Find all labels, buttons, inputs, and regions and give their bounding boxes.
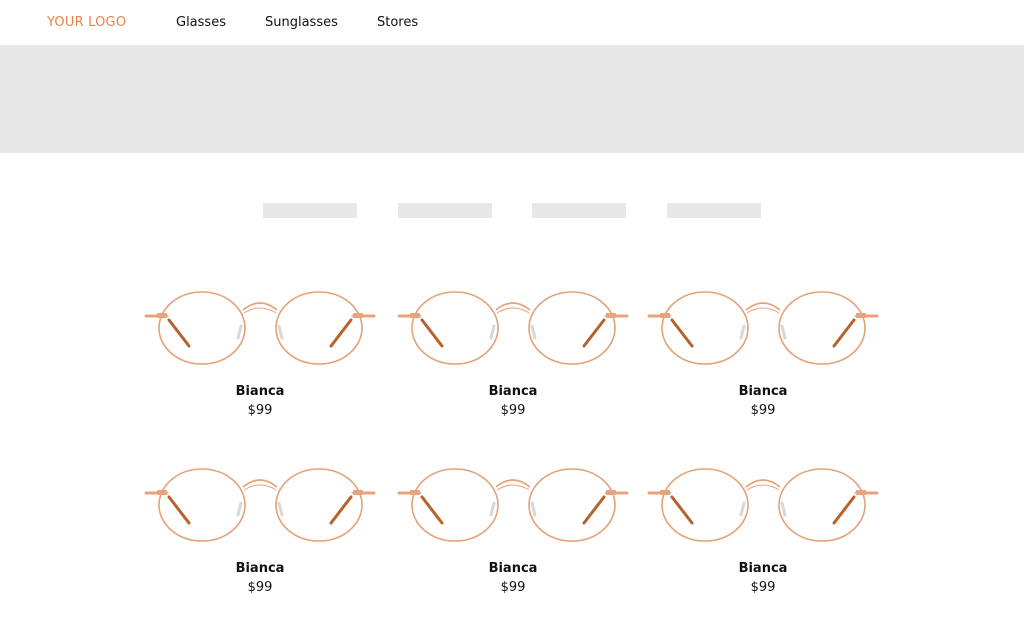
hero-banner-placeholder	[0, 45, 1024, 153]
glasses-image	[647, 290, 879, 366]
nav-link-stores[interactable]: Stores	[377, 14, 418, 32]
nav-link-sunglasses[interactable]: Sunglasses	[265, 14, 338, 32]
glasses-image	[397, 467, 629, 543]
filter-tab-placeholder-3[interactable]	[532, 203, 626, 218]
filter-tab-placeholder-2[interactable]	[398, 203, 492, 218]
filter-tab-placeholder-1[interactable]	[263, 203, 357, 218]
product-card[interactable]: Bianca $99	[396, 286, 630, 426]
glasses-image	[647, 467, 879, 543]
filter-tab-placeholder-4[interactable]	[667, 203, 761, 218]
product-card[interactable]: Bianca $99	[646, 463, 880, 603]
glasses-image	[144, 467, 376, 543]
product-card[interactable]: Bianca $99	[143, 286, 377, 426]
product-name: Bianca	[738, 384, 788, 399]
product-name: Bianca	[488, 561, 538, 576]
product-price: $99	[247, 403, 273, 418]
brand-logo[interactable]: YOUR LOGO	[47, 14, 126, 32]
product-price: $99	[750, 403, 776, 418]
product-price: $99	[247, 580, 273, 595]
product-card[interactable]: Bianca $99	[143, 463, 377, 603]
glasses-image	[397, 290, 629, 366]
product-name: Bianca	[235, 384, 285, 399]
product-card[interactable]: Bianca $99	[396, 463, 630, 603]
product-name: Bianca	[738, 561, 788, 576]
product-price: $99	[750, 580, 776, 595]
top-navigation: YOUR LOGO Glasses Sunglasses Stores	[0, 0, 1024, 45]
product-price: $99	[500, 403, 526, 418]
glasses-image	[144, 290, 376, 366]
nav-link-glasses[interactable]: Glasses	[176, 14, 226, 32]
product-name: Bianca	[235, 561, 285, 576]
product-card[interactable]: Bianca $99	[646, 286, 880, 426]
product-name: Bianca	[488, 384, 538, 399]
product-price: $99	[500, 580, 526, 595]
